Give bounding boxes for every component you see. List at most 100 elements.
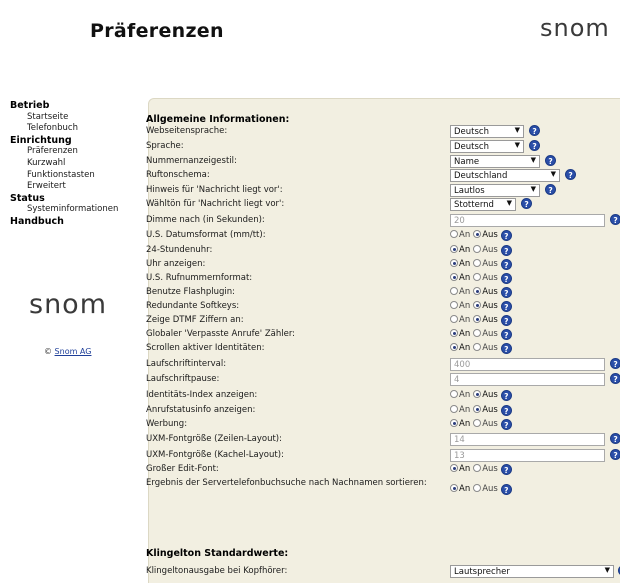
setting-label: Webseitensprache: <box>146 126 228 136</box>
setting-select[interactable]: Stotternd ▼ <box>450 198 516 211</box>
setting-input[interactable]: 400 <box>450 358 605 371</box>
sidebar-section-einrichtung[interactable]: Einrichtung <box>10 135 140 147</box>
setting-select[interactable]: Lautlos ▼ <box>450 184 540 197</box>
select-value: Stotternd <box>454 200 494 210</box>
radio-off[interactable] <box>473 230 482 238</box>
help-icon[interactable]: ? <box>610 373 620 384</box>
select-value: Lautlos <box>454 186 485 196</box>
help-icon[interactable]: ? <box>500 405 512 416</box>
setting-label: Ergebnis der Servertelefonbuchsuche nach… <box>146 478 427 488</box>
setting-row: Redundante Softkeys: An Aus? <box>146 300 616 314</box>
help-icon[interactable]: ? <box>500 273 512 284</box>
radio-off[interactable] <box>473 301 482 309</box>
setting-select[interactable]: Deutsch ▼ <box>450 140 524 153</box>
help-icon[interactable]: ? <box>500 259 512 270</box>
setting-row: Zeige DTMF Ziffern an: An Aus? <box>146 314 616 328</box>
radio-off[interactable] <box>473 287 482 295</box>
sidebar-item-systeminformationen[interactable]: Systeminformationen <box>10 204 140 216</box>
radio-on[interactable] <box>450 343 458 351</box>
on-off-radio-group: An Aus? <box>450 343 512 354</box>
help-icon[interactable]: ? <box>610 433 620 444</box>
help-icon[interactable]: ? <box>500 390 512 401</box>
setting-input[interactable]: 20 <box>450 214 605 227</box>
radio-off[interactable] <box>473 484 482 492</box>
help-icon[interactable]: ? <box>545 184 556 195</box>
setting-input[interactable]: 13 <box>450 449 605 462</box>
help-icon[interactable]: ? <box>610 358 620 369</box>
radio-off[interactable] <box>473 343 482 351</box>
setting-row: U.S. Rufnummernformat: An Aus? <box>146 272 616 286</box>
radio-off[interactable] <box>473 245 482 253</box>
help-icon[interactable]: ? <box>500 464 512 475</box>
setting-input[interactable]: 4 <box>450 373 605 386</box>
setting-input[interactable]: 14 <box>450 433 605 446</box>
on-off-radio-group: An Aus? <box>450 315 512 326</box>
radio-on[interactable] <box>450 245 458 253</box>
help-icon[interactable]: ? <box>500 343 512 354</box>
snom-ag-link[interactable]: Snom AG <box>55 347 92 356</box>
on-off-radio-group: An Aus? <box>450 329 512 340</box>
help-icon[interactable]: ? <box>500 230 512 241</box>
setting-select[interactable]: Name ▼ <box>450 155 540 168</box>
sidebar-section-status[interactable]: Status <box>10 193 140 205</box>
radio-on[interactable] <box>450 405 458 413</box>
setting-label: Wähltön für 'Nachricht liegt vor': <box>146 199 285 209</box>
radio-off[interactable] <box>473 315 482 323</box>
radio-on-label: An <box>459 343 471 353</box>
radio-off[interactable] <box>473 390 482 398</box>
radio-off[interactable] <box>473 273 482 281</box>
radio-off[interactable] <box>473 405 482 413</box>
help-icon[interactable]: ? <box>610 449 620 460</box>
radio-on[interactable] <box>450 230 458 238</box>
sidebar-item-kurzwahl[interactable]: Kurzwahl <box>10 158 140 170</box>
radio-off[interactable] <box>473 329 482 337</box>
setting-select[interactable]: Lautsprecher ▼ <box>450 565 614 578</box>
radio-off[interactable] <box>473 464 482 472</box>
help-icon[interactable]: ? <box>545 155 556 166</box>
help-icon[interactable]: ? <box>500 484 512 495</box>
radio-on-label: An <box>459 245 471 255</box>
help-icon[interactable]: ? <box>500 329 512 340</box>
help-icon[interactable]: ? <box>500 419 512 430</box>
radio-on[interactable] <box>450 287 458 295</box>
sidebar-item-telefonbuch[interactable]: Telefonbuch <box>10 123 140 135</box>
help-icon[interactable]: ? <box>610 214 620 225</box>
help-icon[interactable]: ? <box>500 245 512 256</box>
setting-row: Wähltön für 'Nachricht liegt vor': Stotte… <box>146 198 616 212</box>
sidebar-item-startseite[interactable]: Startseite <box>10 112 140 124</box>
setting-select[interactable]: Deutschland ▼ <box>450 169 560 182</box>
help-icon[interactable]: ? <box>529 140 540 151</box>
setting-label: Hinweis für 'Nachricht liegt vor': <box>146 185 283 195</box>
setting-row: Dimme nach (in Sekunden): 20? <box>146 214 620 228</box>
sidebar-section-handbuch[interactable]: Handbuch <box>10 216 140 228</box>
sidebar-section-betrieb[interactable]: Betrieb <box>10 100 140 112</box>
setting-row: Benutze Flashplugin: An Aus? <box>146 286 616 300</box>
radio-on[interactable] <box>450 315 458 323</box>
page-title: Präferenzen <box>90 20 224 42</box>
help-icon[interactable]: ? <box>500 301 512 312</box>
radio-on[interactable] <box>450 484 458 492</box>
radio-on-label: An <box>459 405 471 415</box>
help-icon[interactable]: ? <box>521 198 532 209</box>
chevron-down-icon: ▼ <box>514 141 520 149</box>
help-icon[interactable]: ? <box>529 125 540 136</box>
help-icon[interactable]: ? <box>500 315 512 326</box>
sidebar-item-erweitert[interactable]: Erweitert <box>10 181 140 193</box>
radio-on[interactable] <box>450 259 458 267</box>
help-icon[interactable]: ? <box>500 287 512 298</box>
radio-on[interactable] <box>450 301 458 309</box>
sidebar-item-funktionstasten[interactable]: Funktionstasten <box>10 170 140 182</box>
radio-on[interactable] <box>450 390 458 398</box>
brand-logo: snom <box>540 14 610 42</box>
radio-off-label: Aus <box>482 259 498 269</box>
setting-select[interactable]: Deutsch ▼ <box>450 125 524 138</box>
on-off-radio-group: An Aus? <box>450 287 512 298</box>
radio-on[interactable] <box>450 419 458 427</box>
radio-on[interactable] <box>450 273 458 281</box>
radio-on[interactable] <box>450 464 458 472</box>
help-icon[interactable]: ? <box>565 169 576 180</box>
radio-off[interactable] <box>473 259 482 267</box>
radio-on[interactable] <box>450 329 458 337</box>
sidebar-item-präferenzen[interactable]: Präferenzen <box>10 146 140 158</box>
radio-off[interactable] <box>473 419 482 427</box>
